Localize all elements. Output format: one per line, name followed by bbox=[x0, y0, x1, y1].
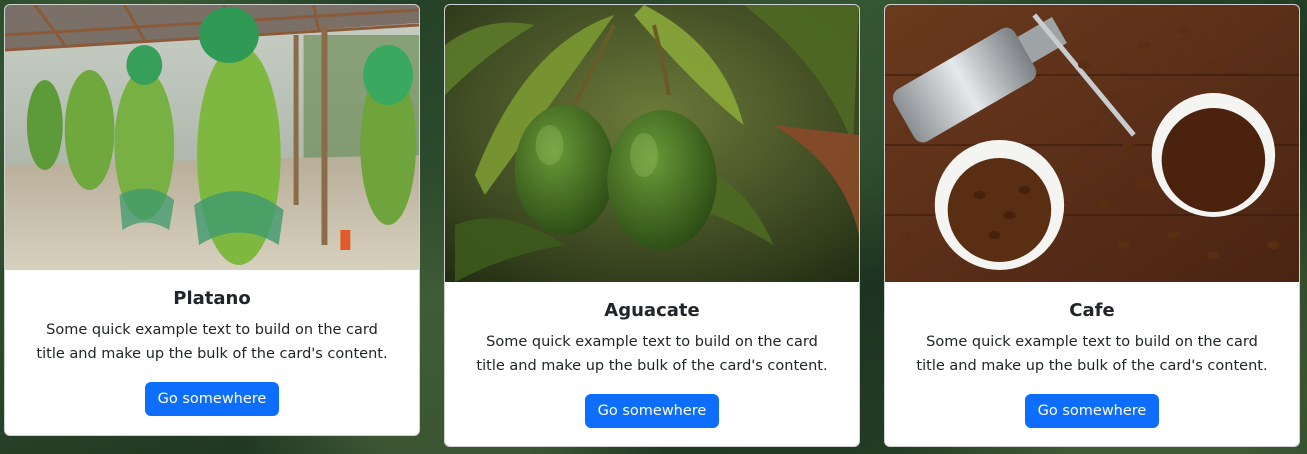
card-cafe: Cafe Some quick example text to build on… bbox=[884, 4, 1300, 447]
card-body: Cafe Some quick example text to build on… bbox=[885, 282, 1299, 444]
go-somewhere-button[interactable]: Go somewhere bbox=[584, 394, 720, 428]
card-platano: Platano Some quick example text to build… bbox=[4, 4, 420, 436]
card-aguacate: Aguacate Some quick example text to buil… bbox=[444, 4, 860, 447]
card-title: Aguacate bbox=[604, 300, 700, 321]
card-body: Aguacate Some quick example text to buil… bbox=[445, 282, 859, 444]
card-title: Cafe bbox=[1069, 300, 1115, 321]
go-somewhere-button[interactable]: Go somewhere bbox=[1024, 394, 1160, 428]
go-somewhere-button[interactable]: Go somewhere bbox=[144, 382, 280, 416]
card-text: Some quick example text to build on the … bbox=[476, 334, 828, 374]
card-text: Some quick example text to build on the … bbox=[916, 334, 1268, 374]
coffee-beans-image bbox=[885, 5, 1299, 282]
avocado-tree-image bbox=[445, 5, 859, 282]
card-title: Platano bbox=[173, 288, 251, 309]
banana-plantation-image bbox=[5, 5, 419, 270]
card-body: Platano Some quick example text to build… bbox=[5, 270, 419, 432]
card-text: Some quick example text to build on the … bbox=[36, 322, 388, 362]
